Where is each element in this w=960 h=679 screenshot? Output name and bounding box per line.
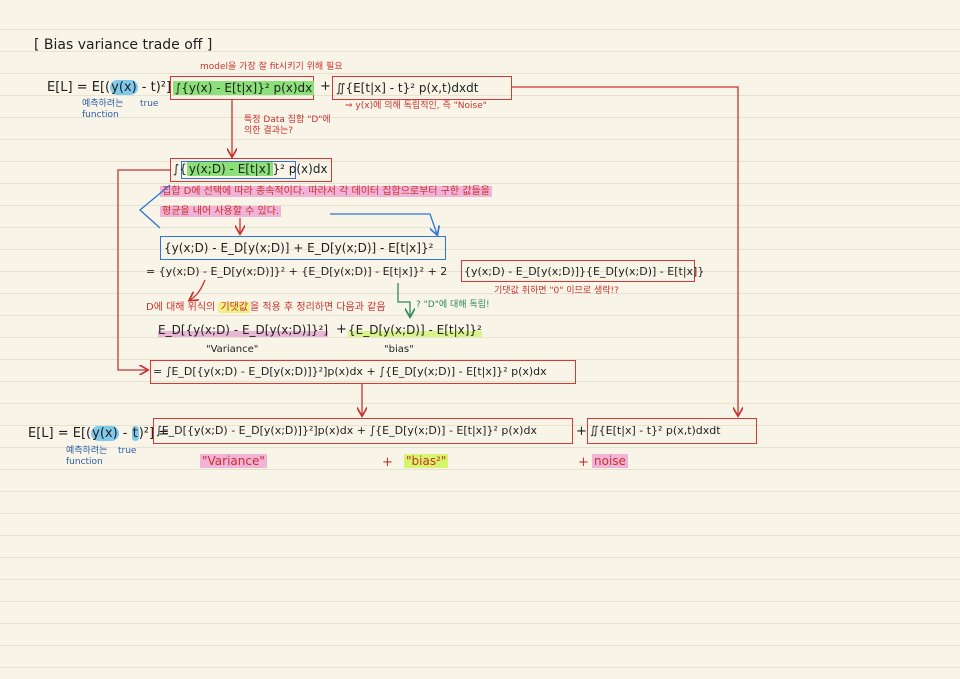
- eq1-term2: ∬{E[t|x] - t}² p(x,t)dxdt: [336, 81, 479, 95]
- eq5-variance-label: "Variance": [206, 344, 259, 355]
- eq1-plus: +: [320, 79, 331, 94]
- eq5-plus: +: [336, 322, 347, 337]
- eq3-expr: {y(x;D) - E_D[y(x;D)] + E_D[y(x;D)] - E[…: [164, 241, 434, 255]
- annotation-noise: ⇒ y(x)에 의해 독립적인, 즉 "Noise": [345, 101, 487, 111]
- eq1-lhs: E[L] = E[(y(x) - t)²] =: [47, 80, 187, 95]
- eq7-lhs: E[L] = E[(y(x) - t)²] =: [28, 426, 170, 441]
- label-plus-2: +: [578, 455, 589, 470]
- eq7-annotation-true: true: [118, 446, 137, 456]
- annotation-fit: model을 가장 잘 fit시키기 위해 필요: [200, 62, 343, 72]
- note-expectation: D에 대해 위식의 기댓값 을 적용 후 정리하면 다음과 같음: [146, 302, 386, 313]
- page-title: [ Bias variance trade off ]: [34, 37, 213, 53]
- annotation-true: true: [140, 99, 159, 109]
- eq6-expr: = ∫E_D[{y(x;D) - E_D[y(x;D)]}²]p(x)dx + …: [153, 365, 547, 378]
- label-noise: noise: [592, 454, 628, 468]
- eq4-expr: = {y(x;D) - E_D[y(x;D)]}² + {E_D[y(x;D)]…: [146, 265, 448, 278]
- label-variance: "Variance": [200, 454, 267, 468]
- eq7-plus: +: [576, 424, 587, 439]
- eq7-main: ∫E_D[{y(x;D) - E_D[y(x;D)]}²]p(x)dx + ∫{…: [156, 424, 537, 437]
- eq5-bias-expr: {E_D[y(x;D)] - E[t|x]}²: [348, 323, 482, 337]
- eq7-annotation-function: 예측하려는 function: [66, 446, 108, 467]
- eq5-variance-expr: E_D[{y(x;D) - E_D[y(x;D)]}²]: [158, 323, 329, 337]
- label-plus-1: +: [382, 455, 393, 470]
- eq4-boxed: {y(x;D) - E_D[y(x;D)]}{E_D[y(x;D)] - E[t…: [464, 265, 705, 278]
- note-average: 평균을 내어 사용할 수 있다.: [160, 206, 282, 217]
- note-dataset-dependence: 집합 D에 선택에 따라 종속적이다. 따라서 각 데이터 집합으로부터 구한 …: [160, 186, 492, 197]
- annotation-dataset-question: 특정 Data 집합 "D"에 의한 결과는?: [244, 115, 331, 136]
- annotation-zero: 기댓값 취하면 "0" 이므로 생략!?: [494, 286, 619, 296]
- eq2-expr: ∫{y(x;D) - E[t|x]}² p(x)dx: [173, 162, 328, 176]
- eq5-bias-label: "bias": [384, 344, 414, 355]
- label-bias: "bias²": [404, 454, 449, 468]
- eq7-noise: ∬{E[t|x] - t}² p(x,t)dxdt: [590, 424, 721, 437]
- annotation-independent: ? "D"에 대해 독립!: [416, 300, 490, 310]
- eq1-term1: ∫{y(x) - E[t|x]}² p(x)dx: [173, 81, 315, 95]
